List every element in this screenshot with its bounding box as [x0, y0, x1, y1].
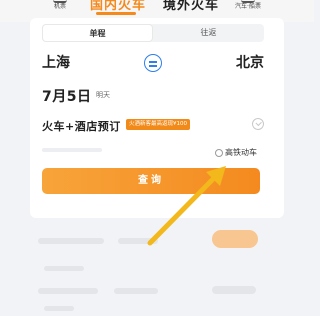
- nav-bus-ferry[interactable]: 汽车·船票: [226, 0, 270, 10]
- blurred-content: [212, 286, 256, 294]
- nav-bus-ferry-label: 汽车·船票: [235, 3, 261, 10]
- blurred-option: [42, 148, 102, 152]
- blurred-content: [38, 288, 98, 294]
- active-tab-indicator: [96, 12, 136, 15]
- trip-type-toggle: 单程 往返: [42, 24, 264, 42]
- arrival-station[interactable]: 北京: [236, 52, 264, 72]
- swap-stations-icon[interactable]: [144, 54, 162, 72]
- nav-flight[interactable]: 机票: [48, 0, 72, 10]
- blurred-content: [118, 238, 158, 244]
- blurred-content: [44, 266, 84, 271]
- departure-date[interactable]: 7月5日: [42, 86, 91, 106]
- high-speed-rail-label[interactable]: 高铁动车: [225, 147, 257, 158]
- departure-station[interactable]: 上海: [42, 52, 70, 72]
- blurred-content: [38, 238, 104, 244]
- blurred-content: [44, 306, 74, 311]
- tab-overseas-train[interactable]: 境外火车: [163, 0, 219, 13]
- date-weekday: 明天: [96, 91, 110, 99]
- high-speed-rail-radio[interactable]: [215, 149, 223, 157]
- train-hotel-option[interactable]: 火车+酒店预订 火酒新客最高返现¥100: [42, 116, 264, 136]
- promo-badge: 火酒新客最高返现¥100: [126, 119, 190, 130]
- blurred-action-button: [212, 230, 258, 248]
- train-hotel-label: 火车+酒店预订: [42, 120, 121, 133]
- query-button[interactable]: 查询: [42, 168, 260, 194]
- train-search-card: 单程 往返 上海 北京 7月5日 明天 火车+酒店预订 火酒新客最高返现¥100…: [30, 18, 284, 218]
- blurred-content: [114, 288, 158, 294]
- roundtrip-option[interactable]: 往返: [153, 24, 264, 42]
- nav-flight-label: 机票: [53, 3, 66, 10]
- oneway-option[interactable]: 单程: [42, 24, 153, 42]
- train-hotel-checkbox-icon[interactable]: [252, 118, 264, 130]
